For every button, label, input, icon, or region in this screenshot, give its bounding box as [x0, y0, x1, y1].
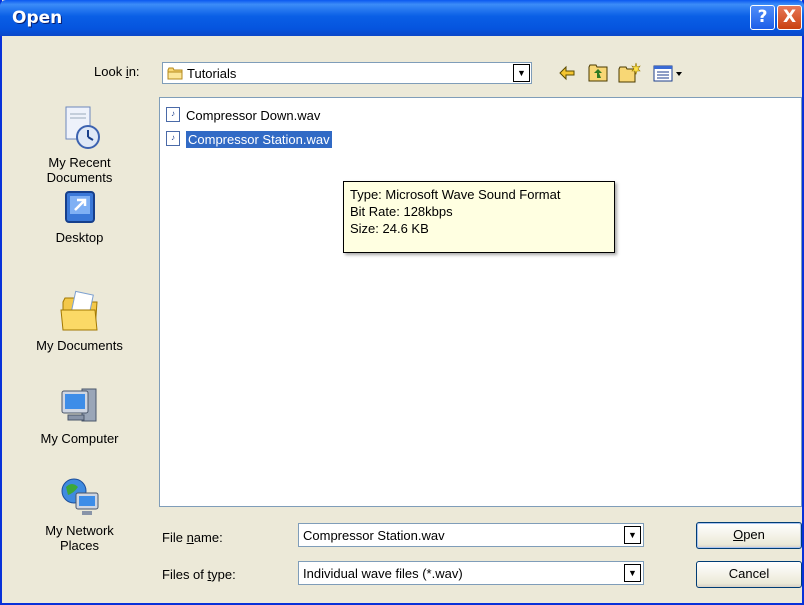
place-my-documents[interactable]: My Documents — [12, 290, 147, 353]
place-label-recent: My Recent Documents — [46, 155, 113, 185]
tooltip-bitrate: Bit Rate: 128kbps — [350, 204, 453, 219]
file-name-label: File name: — [162, 530, 223, 545]
place-my-recent-documents[interactable]: My Recent Documents — [12, 105, 147, 185]
place-label-desktop: Desktop — [55, 230, 104, 245]
tooltip-type: Type: Microsoft Wave Sound Format — [350, 187, 561, 202]
file-name: Compressor Station.wav — [186, 131, 332, 148]
wave-file-icon: ♪ — [166, 131, 180, 147]
open-button[interactable]: Open — [696, 522, 802, 549]
desktop-icon — [64, 191, 95, 223]
file-name-value: Compressor Station.wav — [303, 528, 445, 543]
look-in-value: Tutorials — [187, 66, 237, 81]
look-in-combo[interactable]: Tutorials ▼ — [162, 62, 532, 84]
file-info-tooltip: Type: Microsoft Wave Sound Format Bit Ra… — [343, 181, 615, 253]
my-documents-icon — [59, 290, 98, 331]
file-name-dropdown-button[interactable]: ▼ — [624, 526, 641, 544]
my-computer-icon — [61, 388, 96, 422]
close-button[interactable]: X — [777, 5, 802, 30]
file-type-select[interactable]: Individual wave files (*.wav) ▼ — [298, 561, 644, 585]
place-desktop[interactable]: Desktop — [12, 190, 147, 245]
window-title: Open — [12, 8, 63, 28]
help-button[interactable]: ? — [750, 5, 775, 30]
recent-documents-icon — [65, 106, 100, 149]
file-item-selected[interactable]: ♪ Compressor Station.wav — [166, 131, 332, 149]
file-type-dropdown-button[interactable]: ▼ — [624, 564, 641, 582]
places-bar: My Recent Documents Desktop My Documents — [12, 95, 147, 595]
title-bar[interactable]: Open ? X — [0, 0, 804, 36]
file-name: Compressor Down.wav — [186, 108, 321, 123]
place-my-network-places[interactable]: My Network Places — [12, 475, 147, 553]
look-in-label: Look in: — [94, 64, 140, 79]
place-label-computer: My Computer — [40, 431, 119, 446]
file-type-label: Files of type: — [162, 567, 236, 582]
cancel-button[interactable]: Cancel — [696, 561, 802, 588]
create-new-folder-icon[interactable] — [617, 62, 641, 84]
place-label-network: My Network Places — [45, 523, 114, 553]
up-one-level-icon[interactable] — [587, 62, 609, 84]
back-arrow-icon[interactable] — [557, 62, 577, 84]
place-label-documents: My Documents — [36, 338, 123, 353]
folder-icon — [167, 67, 183, 80]
wave-file-icon: ♪ — [166, 107, 180, 123]
open-dialog: Open ? X Look in: Tutorials ▼ My Recent … — [0, 0, 804, 605]
place-my-computer[interactable]: My Computer — [12, 385, 147, 446]
file-type-value: Individual wave files (*.wav) — [303, 566, 463, 581]
file-item[interactable]: ♪ Compressor Down.wav — [166, 107, 320, 125]
network-places-icon — [61, 478, 98, 515]
look-in-dropdown-button[interactable]: ▼ — [513, 64, 530, 82]
view-menu-icon[interactable] — [652, 62, 686, 84]
file-name-field[interactable]: Compressor Station.wav ▼ — [298, 523, 644, 547]
file-list[interactable]: ♪ Compressor Down.wav ♪ Compressor Station… — [159, 97, 802, 507]
tooltip-size: Size: 24.6 KB — [350, 221, 429, 236]
